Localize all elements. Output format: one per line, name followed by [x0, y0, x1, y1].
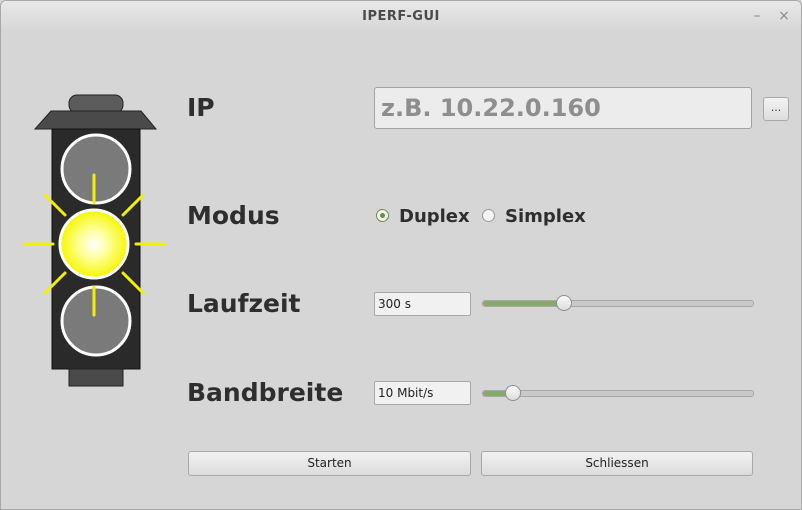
close-button[interactable]: Schliessen [481, 451, 753, 476]
bandwidth-slider-thumb[interactable] [505, 385, 521, 401]
traffic-light-icon [23, 94, 166, 387]
minimize-button[interactable]: – [748, 7, 766, 25]
duration-slider-fill [483, 301, 564, 306]
traffic-light-base [68, 368, 124, 387]
duration-slider-thumb[interactable] [556, 295, 572, 311]
simplex-radio-label[interactable]: Simplex [505, 206, 586, 227]
bandwidth-value[interactable]: 10 Mbit/s [374, 381, 471, 405]
lamp-bottom-off [60, 285, 132, 357]
window-title: IPERF-GUI [362, 9, 440, 24]
traffic-light-roof [33, 110, 158, 130]
duplex-radio[interactable] [376, 209, 389, 222]
title-bar[interactable]: IPERF-GUI – × [1, 1, 801, 33]
duration-label: Laufzeit [187, 289, 301, 318]
start-button[interactable]: Starten [188, 451, 471, 476]
duration-slider[interactable] [482, 295, 754, 311]
app-window: IPERF-GUI – × IP z.B. 10.22.0.160 ... Mo… [0, 0, 802, 510]
simplex-radio[interactable] [482, 209, 495, 222]
bandwidth-slider[interactable] [482, 385, 754, 401]
lamp-middle-yellow-on [58, 208, 130, 280]
close-window-button[interactable]: × [775, 7, 793, 25]
ip-label: IP [187, 93, 215, 122]
duplex-radio-label[interactable]: Duplex [399, 206, 470, 227]
traffic-light-cap [68, 94, 124, 114]
mode-label: Modus [187, 201, 280, 230]
duration-value[interactable]: 300 s [374, 292, 471, 316]
ip-input[interactable] [374, 87, 752, 129]
lamp-top-off [60, 133, 132, 205]
bandwidth-label: Bandbreite [187, 378, 344, 407]
browse-button[interactable]: ... [763, 97, 789, 121]
